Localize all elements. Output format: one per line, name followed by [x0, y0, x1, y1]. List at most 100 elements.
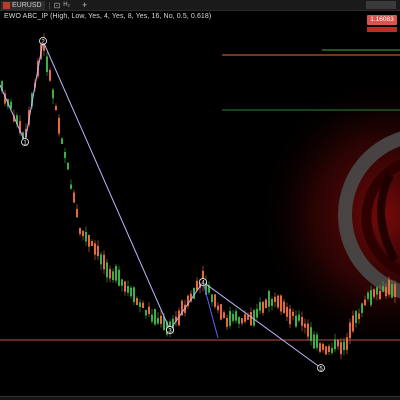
- candle-body: [355, 311, 357, 323]
- candle-body: [340, 342, 342, 355]
- wave-marker-3[interactable]: 3: [166, 326, 174, 335]
- candle-body: [331, 348, 333, 353]
- candle-body: [145, 310, 147, 316]
- candle-body: [391, 284, 393, 298]
- candle-body: [346, 337, 348, 350]
- symbol-label: EURUSD: [12, 1, 42, 9]
- candle-body: [112, 271, 114, 281]
- candle-body: [61, 138, 63, 144]
- candle-body: [271, 299, 273, 306]
- candle-body: [94, 243, 96, 255]
- candle-body: [109, 269, 111, 279]
- candle-body: [46, 56, 48, 73]
- candle-body: [238, 317, 240, 324]
- candle-body: [328, 346, 330, 352]
- candle-body: [337, 339, 339, 347]
- candle-body: [358, 313, 360, 320]
- candle-body: [160, 315, 162, 324]
- candle-body: [304, 323, 306, 328]
- candle-body: [280, 295, 282, 312]
- candle-body: [382, 286, 384, 292]
- candle-body: [100, 254, 102, 265]
- candle-body: [343, 341, 345, 350]
- add-indicator-button[interactable]: +: [82, 0, 87, 10]
- candle-body: [115, 266, 117, 281]
- candle-body: [67, 162, 69, 170]
- candle-body: [325, 346, 327, 355]
- candle-body: [289, 308, 291, 325]
- candle-body: [127, 286, 129, 293]
- candle-body: [319, 343, 321, 352]
- candle-body: [151, 314, 153, 322]
- toolbar-right-panel[interactable]: [366, 1, 396, 9]
- price-chart[interactable]: 1 2 3 4 5: [0, 0, 400, 400]
- candle-body: [85, 232, 87, 242]
- candle-body: [82, 230, 84, 236]
- candle-body: [394, 284, 396, 297]
- candle-body: [88, 235, 90, 247]
- candle-body: [214, 294, 216, 307]
- indicator-legend[interactable]: EWO ABC_IP (High, Low, Yes, 4, Yes, 8, Y…: [4, 13, 211, 20]
- candle-body: [265, 299, 267, 309]
- candle-body: [97, 245, 99, 257]
- candle-body: [142, 302, 144, 308]
- timeframe-icon[interactable]: ⊡: [54, 0, 61, 10]
- chart-app: 1 2 3 4 5 EURUSD ⊡ H₂ + EWO ABC_IP (High…: [0, 0, 400, 400]
- candle-body: [247, 315, 249, 320]
- current-price-badge: 1.16083: [367, 15, 397, 25]
- candle-body: [154, 309, 156, 325]
- candle-body: [229, 311, 231, 326]
- candle-body: [139, 302, 141, 307]
- candle-body: [55, 106, 57, 111]
- candle-body: [223, 312, 225, 319]
- candle-body: [70, 184, 72, 189]
- candle-body: [232, 313, 234, 321]
- candle-body: [307, 323, 309, 337]
- candle-body: [220, 304, 222, 320]
- candle-body: [376, 287, 378, 295]
- candle-body: [379, 290, 381, 299]
- candle-body: [274, 296, 276, 302]
- symbol-selector[interactable]: EURUSD: [1, 0, 45, 10]
- candle-body: [361, 303, 363, 313]
- candle-body: [301, 317, 303, 326]
- candle-body: [130, 287, 132, 297]
- candle-body: [373, 289, 375, 297]
- candle-body: [241, 318, 243, 324]
- candle-body: [334, 339, 336, 350]
- candle-body: [286, 306, 288, 317]
- candle-body: [352, 315, 354, 332]
- candle-body: [283, 301, 285, 313]
- candle-body: [313, 334, 315, 349]
- candle-body: [76, 208, 78, 218]
- wave-marker-2[interactable]: 2: [39, 37, 47, 46]
- candle-body: [310, 327, 312, 341]
- candle-body: [256, 308, 258, 318]
- candle-body: [292, 311, 294, 316]
- candle-body: [79, 228, 81, 234]
- candle-body: [244, 314, 246, 322]
- candle-body: [211, 294, 213, 303]
- symbol-flag-icon: [3, 1, 10, 9]
- candle-body: [250, 312, 252, 326]
- wave-marker-5[interactable]: 5: [317, 364, 325, 373]
- candle-body: [49, 70, 51, 81]
- candle-body: [370, 290, 372, 305]
- timeframe-selector[interactable]: H₂: [63, 0, 70, 10]
- price-axis-marker: [367, 27, 397, 32]
- candle-body: [298, 314, 300, 321]
- wave-projection-line: [202, 281, 219, 339]
- wave-marker-1[interactable]: 1: [21, 138, 29, 147]
- candle-body: [124, 281, 126, 292]
- time-axis[interactable]: [0, 396, 400, 400]
- candle-body: [136, 298, 138, 306]
- candle-body: [64, 152, 66, 158]
- candle-body: [217, 305, 219, 311]
- candle-body: [58, 117, 60, 134]
- candle-body: [121, 279, 123, 286]
- candle-body: [253, 310, 255, 326]
- candle-body: [349, 322, 351, 339]
- candle-body: [157, 317, 159, 324]
- toolbar-divider: [48, 1, 50, 9]
- candle-body: [73, 192, 75, 203]
